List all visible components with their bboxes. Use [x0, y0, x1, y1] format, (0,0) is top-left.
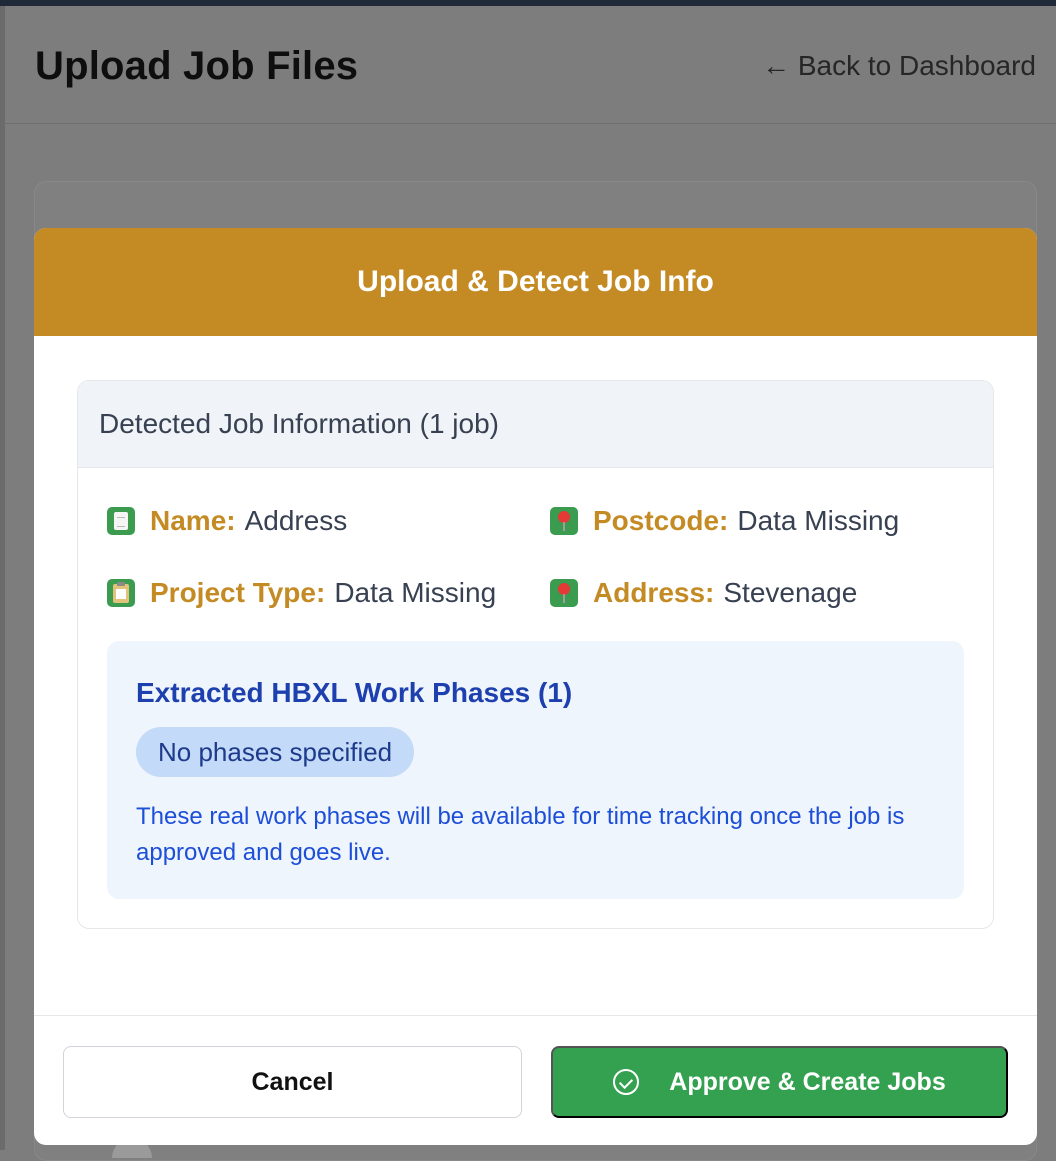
modal-footer: Cancel Approve & Create Jobs [34, 1015, 1037, 1145]
field-postcode: Postcode: Data Missing [550, 505, 899, 537]
back-to-dashboard-link[interactable]: ← Back to Dashboard [762, 50, 1036, 82]
document-icon [107, 507, 135, 535]
page-title: Upload Job Files [35, 44, 359, 88]
clipboard-icon [107, 579, 135, 607]
phase-pill: No phases specified [136, 727, 415, 777]
modal-title: Upload & Detect Job Info [357, 265, 714, 298]
detected-job-title: Detected Job Information (1 job) [99, 408, 499, 439]
field-project-type: Project Type: Data Missing [107, 577, 496, 609]
work-phases-title: Extracted HBXL Work Phases (1) [136, 677, 573, 708]
field-value: Data Missing [334, 577, 497, 608]
field-value: Address [244, 505, 348, 536]
field-label: Name: [150, 505, 236, 536]
approve-create-jobs-button[interactable]: Approve & Create Jobs [551, 1046, 1008, 1118]
field-address: Address: Stevenage [550, 577, 857, 609]
upload-detect-modal: Upload & Detect Job Info Detected Job In… [34, 228, 1037, 1145]
pin-icon [550, 507, 578, 535]
work-phases-note: These real work phases will be available… [136, 803, 905, 866]
field-name: Name: Address [107, 505, 347, 537]
check-circle-icon [613, 1069, 640, 1095]
page-header: Upload Job Files ← Back to Dashboard [5, 6, 1056, 124]
field-label: Project Type: [150, 577, 326, 608]
detected-job-card: Detected Job Information (1 job) Name: A… [77, 380, 994, 929]
work-phases-panel: Extracted HBXL Work Phases (1) No phases… [107, 641, 964, 899]
detected-job-header: Detected Job Information (1 job) [78, 381, 993, 468]
approve-button-label: Approve & Create Jobs [669, 1067, 946, 1096]
field-value: Stevenage [723, 577, 858, 608]
field-label: Postcode: [593, 505, 729, 536]
modal-header: Upload & Detect Job Info [34, 228, 1037, 336]
cancel-button[interactable]: Cancel [63, 1046, 522, 1118]
left-edge [0, 6, 5, 1150]
pin-icon [550, 579, 578, 607]
field-value: Data Missing [737, 505, 900, 536]
field-label: Address: [593, 577, 715, 608]
